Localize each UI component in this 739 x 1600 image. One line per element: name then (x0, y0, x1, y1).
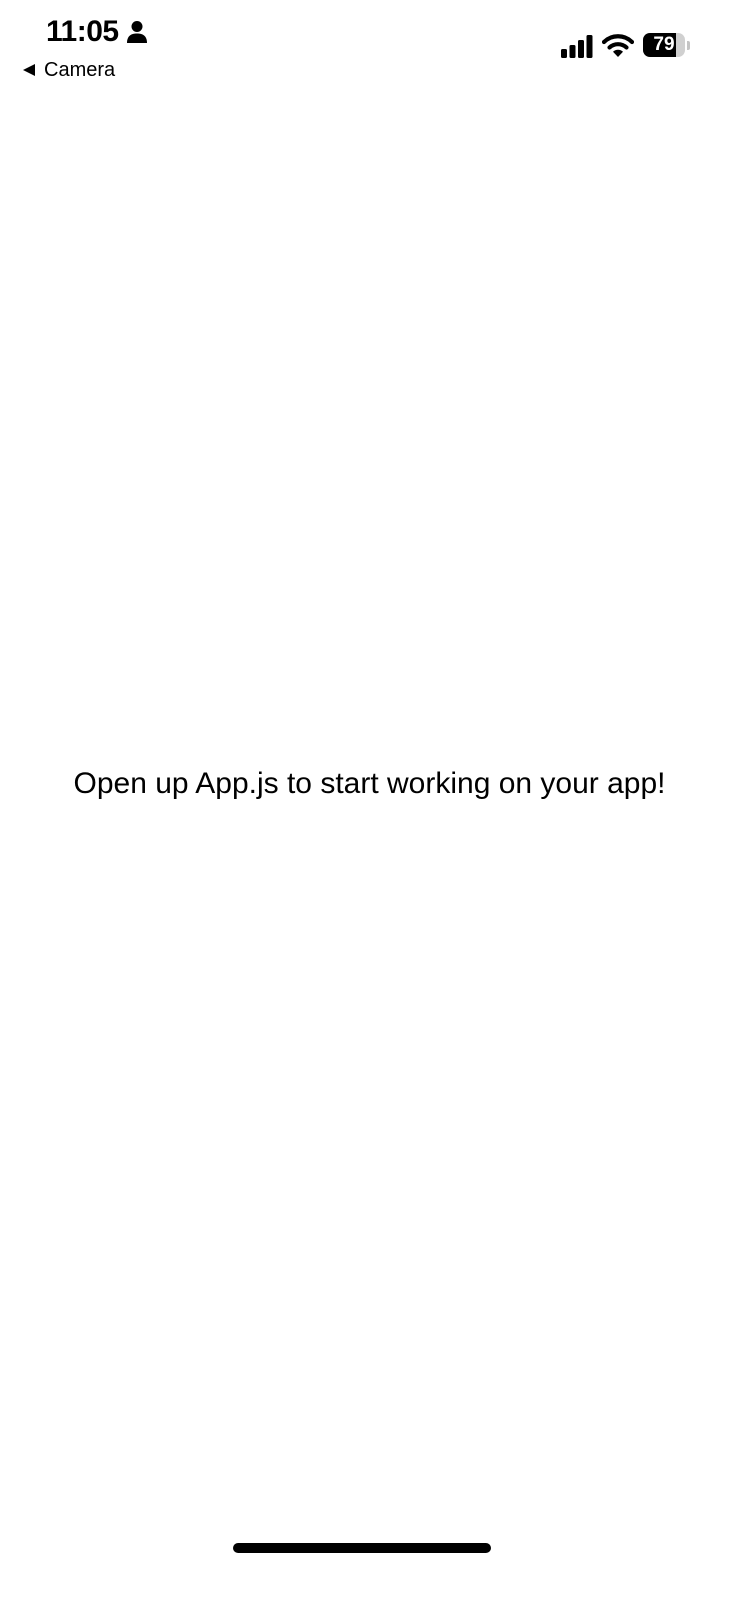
status-time: 11:05 (46, 15, 119, 48)
battery-cap (687, 41, 690, 50)
battery-body: 79 (643, 33, 685, 57)
battery-percent: 79 (653, 34, 675, 55)
person-icon (127, 21, 147, 43)
battery-icon: 79 (643, 33, 691, 59)
wifi-icon (602, 34, 634, 57)
back-link-label: Camera (44, 59, 116, 81)
status-bar: 11:05 Camera 79 (0, 0, 739, 95)
back-to-camera-link[interactable]: Camera (22, 57, 115, 83)
cellular-signal-icon (561, 35, 593, 58)
home-indicator[interactable] (233, 1543, 491, 1553)
back-arrow-icon (23, 64, 35, 76)
app-placeholder-message: Open up App.js to start working on your … (73, 767, 666, 800)
